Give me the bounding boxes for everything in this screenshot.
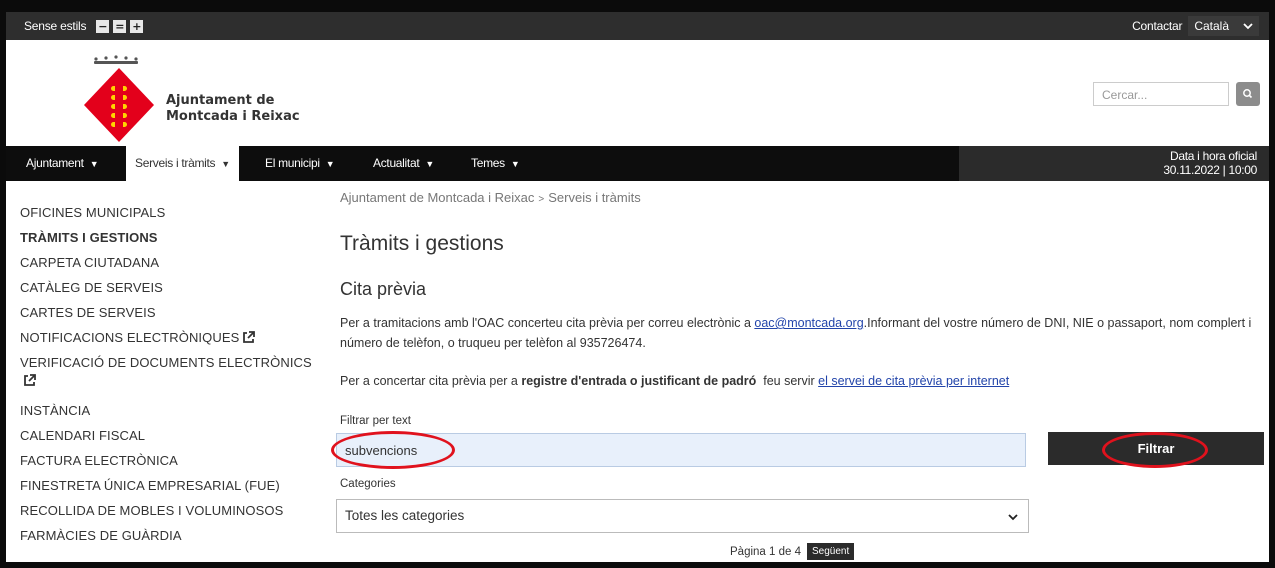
categories-label: Categories: [340, 478, 396, 490]
breadcrumb: Ajuntament de Montcada i Reixac > Serveis …: [340, 190, 641, 205]
nav-item-label: Serveis i tràmits: [135, 156, 216, 170]
online-appointment-link[interactable]: el servei de cita prèvia per internet: [818, 374, 1009, 388]
nav-item-label: Actualitat: [373, 156, 420, 170]
paragraph-text: Per a concertar cita prèvia per a: [340, 374, 522, 388]
sidebar-item-label: VERIFICACIÓ DE DOCUMENTS ELECTRÒNICS: [20, 355, 312, 370]
nav-item-temes[interactable]: Temes ▼: [471, 146, 520, 181]
caret-down-icon: ▼: [89, 159, 99, 169]
next-page-button[interactable]: Següent: [806, 543, 855, 560]
coat-of-arms-icon: [84, 55, 154, 142]
text-reset-button[interactable]: =: [113, 19, 127, 33]
paragraph-text: feu servir: [756, 374, 819, 388]
caret-down-icon: ▼: [510, 159, 520, 169]
sidebar-item-tramits[interactable]: TRÀMITS I GESTIONS: [20, 225, 325, 250]
sidebar-item-fue[interactable]: FINESTRETA ÚNICA EMPRESARIAL (FUE): [20, 473, 325, 498]
search-button[interactable]: [1236, 82, 1260, 106]
breadcrumb-home[interactable]: Ajuntament de Montcada i Reixac: [340, 190, 534, 205]
text-larger-button[interactable]: +: [130, 19, 144, 33]
online-appointment-paragraph: Per a concertar cita prèvia per a regist…: [340, 371, 1260, 391]
caret-down-icon: ▼: [325, 159, 335, 169]
oac-email-link[interactable]: oac@montcada.org: [754, 316, 863, 330]
nav-item-label: El municipi: [265, 156, 320, 170]
nav-item-label: Ajuntament: [26, 156, 84, 170]
no-styles-link[interactable]: Sense estils: [24, 19, 87, 33]
brand-line-2: Montcada i Reixac: [166, 109, 300, 124]
external-link-icon: [24, 374, 36, 386]
official-clock: Data i hora oficial 30.11.2022 | 10:00: [959, 146, 1269, 181]
brand-line-1: Ajuntament de: [166, 93, 275, 108]
nav-item-label: Temes: [471, 156, 505, 170]
nav-item-actualitat[interactable]: Actualitat ▼: [373, 146, 434, 181]
caret-down-icon: ▼: [221, 159, 230, 169]
sidebar-item-verificacio[interactable]: VERIFICACIÓ DE DOCUMENTS ELECTRÒNICS: [20, 350, 325, 398]
sidebar-item-cataleg[interactable]: CATÀLEG DE SERVEIS: [20, 275, 325, 300]
sidebar-item-instancia[interactable]: INSTÀNCIA: [20, 398, 325, 423]
breadcrumb-current[interactable]: Serveis i tràmits: [548, 190, 640, 205]
top-utility-bar: Sense estils − = + Contactar Català: [6, 12, 1269, 40]
clock-value: 30.11.2022 | 10:00: [1163, 163, 1257, 177]
nav-item-ajuntament[interactable]: Ajuntament ▼: [26, 146, 99, 181]
sidebar-menu: OFICINES MUNICIPALS TRÀMITS I GESTIONS C…: [20, 200, 325, 548]
search-icon: [1243, 89, 1253, 99]
search-input[interactable]: Cercar...: [1093, 82, 1229, 106]
appointment-info-paragraph: Per a tramitacions amb l'OAC concerteu c…: [340, 313, 1260, 353]
sidebar-item-notificacions[interactable]: NOTIFICACIONS ELECTRÒNIQUES: [20, 325, 325, 350]
pagination: Pàgina 1 de 4 Següent: [730, 543, 855, 560]
filter-button[interactable]: Filtrar: [1048, 432, 1264, 465]
filter-text-input[interactable]: subvencions: [336, 433, 1026, 467]
page-title: Tràmits i gestions: [340, 232, 504, 255]
language-label: Català: [1194, 19, 1229, 33]
paragraph-text: Per a tramitacions amb l'OAC concerteu c…: [340, 316, 755, 330]
categories-selected-value: Totes les categories: [345, 508, 465, 523]
sidebar-item-cartes[interactable]: CARTES DE SERVEIS: [20, 300, 325, 325]
sidebar-item-oficines[interactable]: OFICINES MUNICIPALS: [20, 200, 325, 225]
paragraph-bold-text: registre d'entrada o justificant de padr…: [521, 374, 757, 388]
brand-name[interactable]: Ajuntament de Montcada i Reixac: [166, 93, 300, 125]
sidebar-item-calendari[interactable]: CALENDARI FISCAL: [20, 423, 325, 448]
municipal-logo[interactable]: [84, 54, 154, 147]
breadcrumb-separator-icon: >: [538, 194, 545, 205]
text-smaller-button[interactable]: −: [96, 19, 110, 33]
caret-down-icon: ▼: [425, 159, 434, 169]
site-header: Ajuntament de Montcada i Reixac Cercar..…: [6, 40, 1269, 146]
external-link-icon: [243, 331, 256, 343]
sidebar-item-farmacies[interactable]: FARMÀCIES DE GUÀRDIA: [20, 523, 325, 548]
sidebar-item-label: NOTIFICACIONS ELECTRÒNIQUES: [20, 330, 240, 345]
main-nav: Ajuntament ▼ Serveis i tràmits ▼ El munici…: [6, 146, 1269, 181]
nav-item-serveis[interactable]: Serveis i tràmits ▼: [126, 146, 239, 181]
language-select[interactable]: Català: [1188, 16, 1259, 36]
contact-link[interactable]: Contactar: [1132, 19, 1182, 33]
filter-text-label: Filtrar per text: [340, 415, 411, 427]
section-title: Cita prèvia: [340, 279, 427, 299]
nav-item-municipi[interactable]: El municipi ▼: [265, 146, 335, 181]
categories-select[interactable]: Totes les categories: [336, 499, 1029, 533]
chevron-down-icon: [1243, 22, 1253, 29]
chevron-down-icon: [1008, 514, 1018, 521]
clock-title: Data i hora oficial: [1169, 149, 1257, 163]
sidebar-item-recollida[interactable]: RECOLLIDA DE MOBLES I VOLUMINOSOS: [20, 498, 325, 523]
sidebar-item-carpeta[interactable]: CARPETA CIUTADANA: [20, 250, 325, 275]
sidebar-item-factura[interactable]: FACTURA ELECTRÒNICA: [20, 448, 325, 473]
page-indicator: Pàgina 1 de 4: [730, 545, 801, 558]
